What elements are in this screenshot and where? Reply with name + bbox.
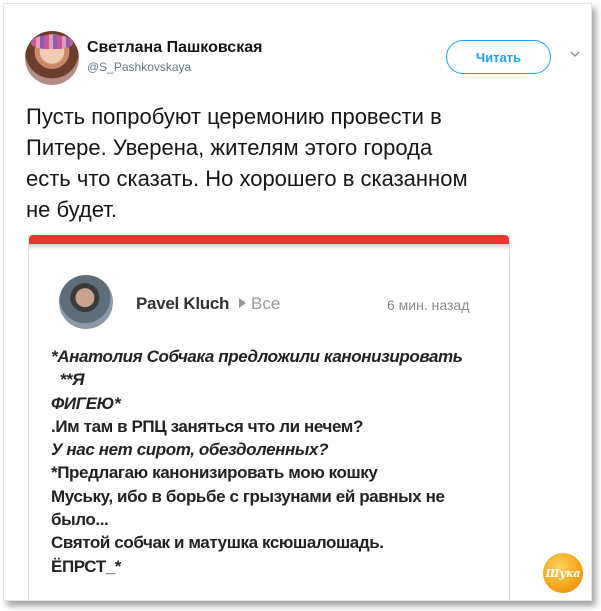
embed-line: У нас нет сирот, обездоленных? [51,440,329,460]
embed-body: *Анатолия Собчака предложили канонизиров… [51,345,501,578]
follow-button[interactable]: Читать [446,40,551,74]
embed-audience: Все [251,294,281,313]
embed-line: *Анатолия Собчака предложили канонизиров… [51,347,463,366]
author-avatar[interactable] [25,31,79,85]
embed-line: ЁПРСТ_* [51,556,122,576]
embed-line: ФИГЕЮ* [51,393,121,413]
tweet-text: Пусть попробуют церемонию провести в Пит… [26,104,468,222]
embed-line: было... [51,510,109,530]
embed-line: **Я [51,370,85,390]
embed-line: Муську, ибо в борьбе с грызунами ей равн… [51,486,445,506]
screenshot-frame: Светлана Пашковская @S_Pashkovskaya Чита… [3,3,592,601]
author-display-name[interactable]: Светлана Пашковская [87,39,262,57]
author-handle[interactable]: @S_Pashkovskaya [87,60,191,74]
embedded-post: Pavel Kluch Все 6 мин. назад *Анатолия С… [28,235,510,600]
embed-shadow [29,244,509,250]
chevron-down-icon[interactable] [569,48,581,60]
embed-line: Святой собчак и матушка ксюшалошадь. [51,533,384,553]
embed-accent-bar [29,235,509,244]
flower-wreath [31,35,73,49]
embed-line: .Им там в РПЦ заняться что ли нечем? [51,416,363,436]
site-watermark-logo: Шука [543,553,583,593]
embed-author-avatar [59,275,113,329]
embed-line: *Предлагаю канонизировать мою кошку [51,463,378,483]
caret-right-icon [239,298,246,308]
embed-timestamp: 6 мин. назад [387,297,470,313]
embed-author-name: Pavel Kluch [136,294,230,313]
